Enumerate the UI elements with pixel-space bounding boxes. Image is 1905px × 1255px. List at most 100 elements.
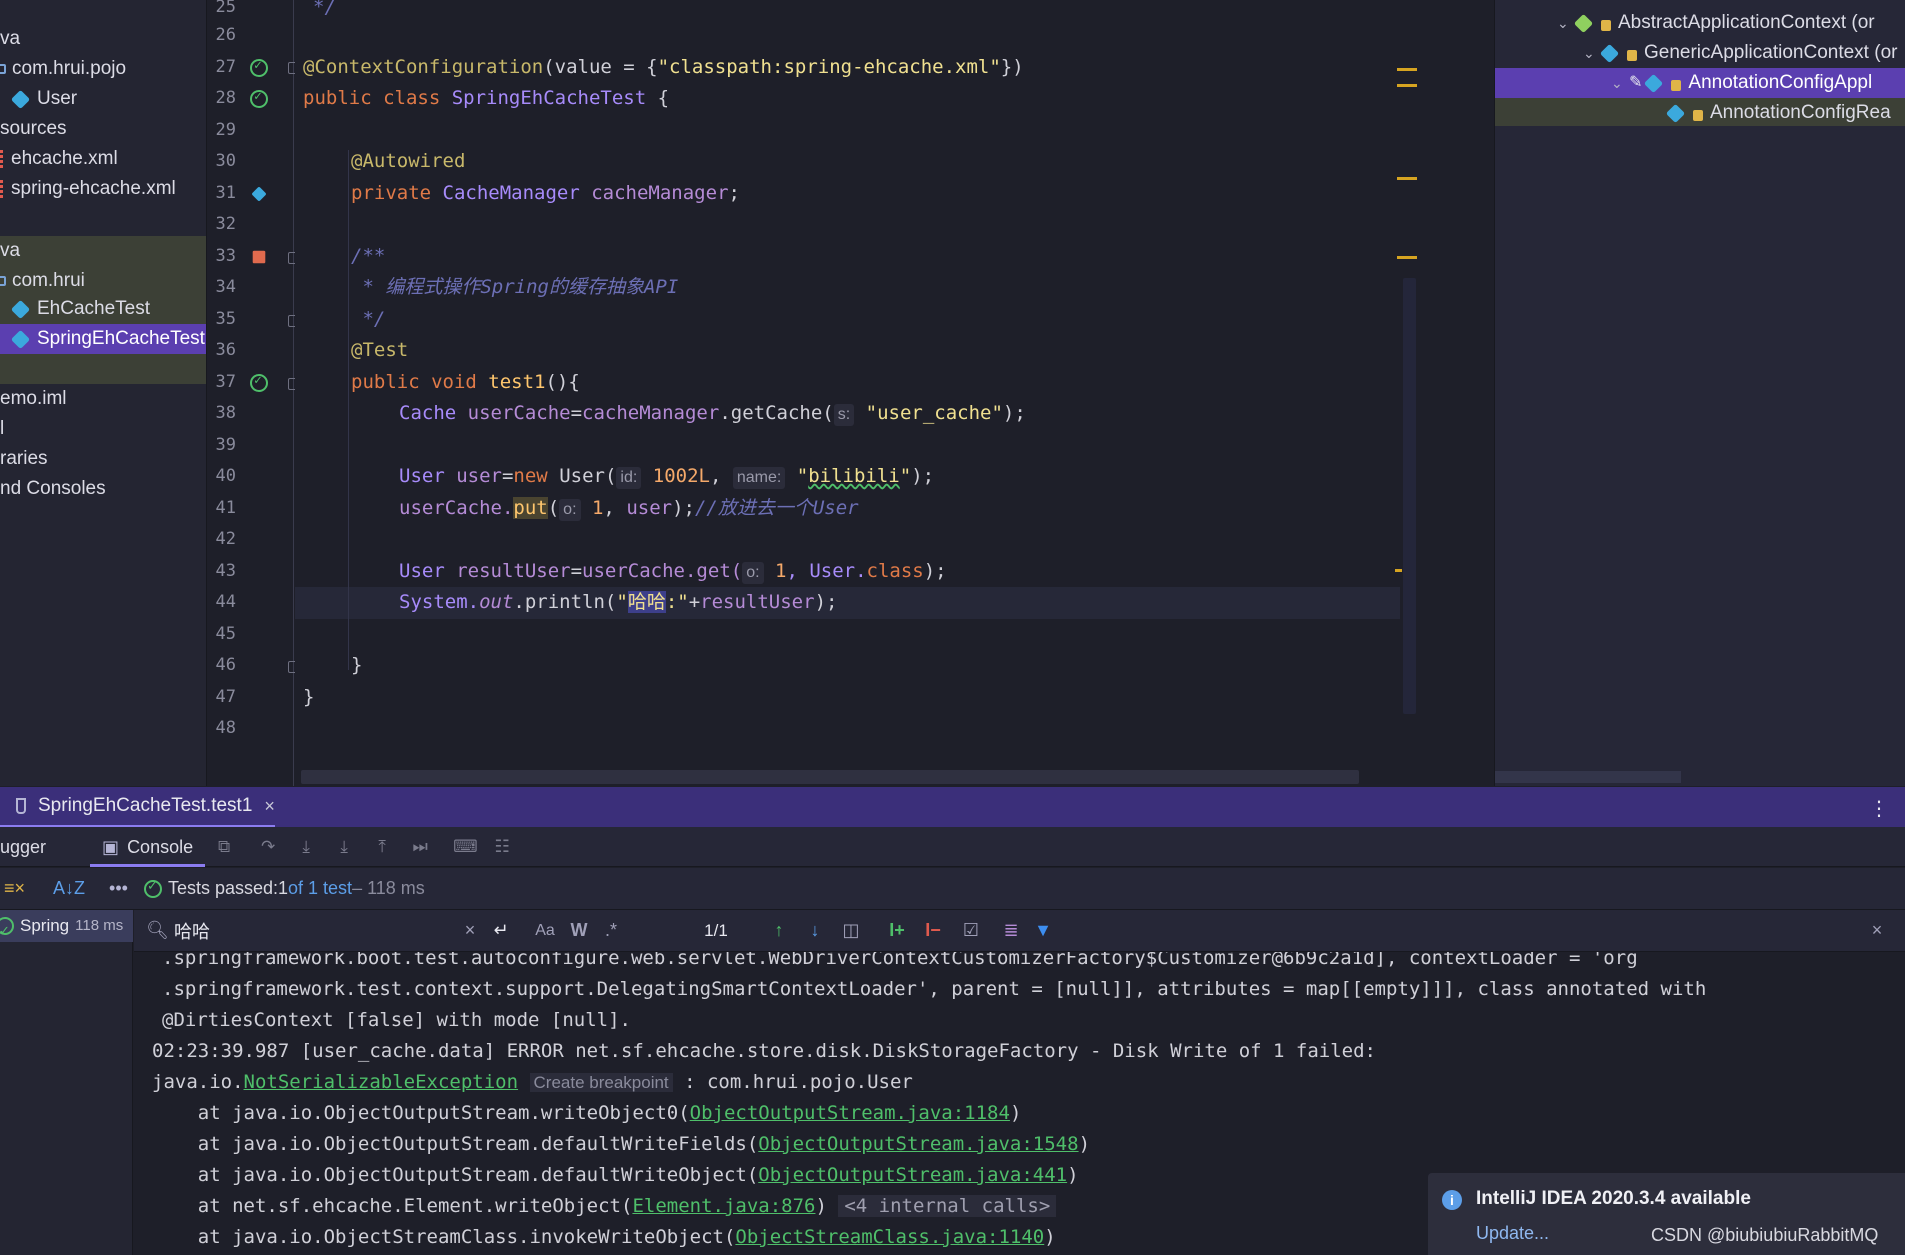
warning-marker[interactable] xyxy=(1397,177,1417,180)
code-line: /** xyxy=(351,245,386,267)
code-line: User resultUser=userCache.get(o: 1, User… xyxy=(399,560,947,584)
tree-item[interactable]: va xyxy=(0,24,206,54)
step-out-icon[interactable]: ⤒ xyxy=(371,837,393,857)
console-line: at java.io.ObjectStreamClass.invokeWrite… xyxy=(152,1226,1056,1248)
hierarchy-item[interactable]: ⌄ GenericApplicationContext (or xyxy=(1583,38,1897,68)
previous-match-icon[interactable]: ↑ xyxy=(768,920,790,941)
tree-item-xml[interactable]: ehcache.xml xyxy=(0,144,206,174)
code-editor[interactable]: */ @ContextConfiguration(value = {"class… xyxy=(295,0,1493,786)
next-match-icon[interactable]: ↓ xyxy=(804,920,826,941)
select-all-occurrences-icon[interactable]: ☑ xyxy=(958,920,984,941)
test-results-tree: Spring 118 ms + xyxy=(0,910,149,1255)
remove-cursor-icon[interactable]: I− xyxy=(922,920,944,941)
tree-item[interactable]: nd Consoles xyxy=(0,474,206,504)
class-icon xyxy=(1599,43,1620,63)
more-icon[interactable]: ••• xyxy=(109,878,128,899)
class-icon xyxy=(10,89,31,109)
run-test-icon[interactable] xyxy=(250,89,268,108)
tree-item[interactable]: emo.iml xyxy=(0,384,206,414)
clear-icon[interactable]: × xyxy=(460,920,480,941)
tree-item-label: com.hrui xyxy=(12,270,85,291)
warning-marker[interactable] xyxy=(1395,569,1402,572)
line-number: 45 xyxy=(215,624,236,644)
spring-bean-icon[interactable] xyxy=(251,186,267,202)
newline-icon[interactable]: ↵ xyxy=(490,920,512,941)
close-icon[interactable]: × xyxy=(264,796,275,817)
code-line: } xyxy=(351,654,363,676)
tree-item-xml[interactable]: spring-ehcache.xml xyxy=(0,174,206,204)
chevron-down-icon[interactable]: ⌄ xyxy=(1583,38,1601,68)
tree-item[interactable]: l xyxy=(0,414,206,444)
more-options-icon[interactable]: ⋮ xyxy=(1869,796,1889,821)
tests-passed-icon xyxy=(143,878,162,898)
warning-marker[interactable] xyxy=(1397,256,1417,259)
run-test-icon[interactable] xyxy=(250,58,268,77)
project-tree-panel: va com.hrui.pojo User sources ehcache.xm… xyxy=(0,0,207,786)
stacktrace-link[interactable]: ObjectOutputStream.java:1184 xyxy=(690,1102,1010,1124)
filter-lines-icon[interactable]: ≣ xyxy=(1000,920,1022,941)
tab-debugger[interactable]: ugger xyxy=(0,827,58,867)
stacktrace-link[interactable]: ObjectStreamClass.java:1140 xyxy=(735,1226,1044,1248)
hierarchy-item-label: AnnotationConfigAppl xyxy=(1688,72,1873,93)
step-over-icon[interactable]: ↷ xyxy=(257,837,279,857)
lock-icon xyxy=(1671,79,1682,91)
tree-item-class[interactable]: User xyxy=(0,84,206,114)
hierarchy-item[interactable]: AnnotationConfigRea xyxy=(1665,98,1891,128)
run-test-icon[interactable] xyxy=(250,373,268,392)
chevron-down-icon[interactable]: ⌄ xyxy=(1557,8,1575,38)
stacktrace-link[interactable]: Element.java:876 xyxy=(632,1195,815,1217)
stacktrace-link[interactable]: ObjectOutputStream.java:441 xyxy=(758,1164,1067,1186)
evaluate-icon[interactable]: ⌨ xyxy=(453,837,478,857)
select-all-icon[interactable]: ◫ xyxy=(840,920,862,941)
tree-item-package[interactable]: com.hrui xyxy=(0,266,206,296)
trace-icon[interactable]: ☷ xyxy=(491,837,513,857)
chevron-down-icon[interactable]: ⌄ xyxy=(1611,68,1629,98)
code-line: @ContextConfiguration(value = {"classpat… xyxy=(303,56,1024,78)
internal-calls-fold[interactable]: <4 internal calls> xyxy=(838,1195,1057,1217)
add-cursor-icon[interactable]: I+ xyxy=(886,920,908,941)
close-find-icon[interactable]: × xyxy=(1867,920,1887,941)
test-status-bar: ≡× A↓Z ••• Tests passed: 1 of 1 test – 1… xyxy=(0,868,1905,910)
class-icon xyxy=(1665,103,1686,123)
stacktrace-link[interactable]: ObjectOutputStream.java:1548 xyxy=(758,1133,1078,1155)
sort-alpha-icon[interactable]: ≡× xyxy=(4,878,25,899)
regex-toggle[interactable]: .* xyxy=(600,920,622,941)
create-breakpoint-hint[interactable]: Create breakpoint xyxy=(529,1073,673,1092)
tree-item[interactable]: sources xyxy=(0,114,206,144)
tab-console[interactable]: ▣ Console xyxy=(90,827,206,867)
hierarchy-item-label: AbstractApplicationContext (or xyxy=(1618,12,1875,33)
sort-duration-icon[interactable]: A↓Z xyxy=(53,878,85,899)
whole-word-toggle[interactable]: W xyxy=(568,920,590,941)
update-link[interactable]: Update... xyxy=(1476,1223,1549,1244)
exception-link[interactable]: NotSerializableException xyxy=(244,1071,519,1093)
layout-icon[interactable]: ⧉ xyxy=(213,837,235,857)
tree-item-label: com.hrui.pojo xyxy=(12,58,127,79)
class-icon xyxy=(1644,73,1664,93)
lock-icon xyxy=(1601,19,1611,31)
match-case-toggle[interactable]: Aa xyxy=(532,922,558,940)
force-step-into-icon[interactable]: ⤓ xyxy=(333,837,355,857)
tree-item[interactable]: raries xyxy=(0,444,206,474)
tree-item[interactable]: va xyxy=(0,236,206,266)
run-tab[interactable]: SpringEhCacheTest.test1 × xyxy=(0,787,275,827)
tree-item-label: l xyxy=(0,418,5,439)
line-number: 37 xyxy=(215,372,236,392)
run-to-cursor-icon[interactable]: ⏭ xyxy=(409,837,431,857)
tree-item-class[interactable]: EhCacheTest xyxy=(0,294,206,324)
code-line: * 编程式操作Spring的缓存抽象API xyxy=(351,276,679,298)
step-into-icon[interactable]: ⤓ xyxy=(295,837,317,857)
horizontal-scrollbar[interactable] xyxy=(1495,771,1681,783)
hierarchy-item[interactable]: ⌄ AbstractApplicationContext (or xyxy=(1557,8,1875,38)
warning-marker[interactable] xyxy=(1397,84,1417,87)
test-node-spring[interactable]: Spring 118 ms xyxy=(0,910,133,947)
line-number: 38 xyxy=(215,403,236,423)
filter-icon[interactable]: ▼ xyxy=(1032,920,1054,941)
tree-item-package[interactable]: com.hrui.pojo xyxy=(0,54,206,84)
horizontal-scrollbar[interactable] xyxy=(301,770,1359,784)
doc-comment-icon[interactable] xyxy=(252,250,266,264)
search-input[interactable]: 哈哈 xyxy=(174,918,454,944)
tree-item-class-selected[interactable]: SpringEhCacheTest xyxy=(0,324,206,354)
vertical-scrollbar[interactable] xyxy=(1403,278,1416,714)
warning-marker[interactable] xyxy=(1397,68,1417,71)
hierarchy-item-selected[interactable]: ⌄ ✎ AnnotationConfigAppl xyxy=(1495,68,1905,98)
